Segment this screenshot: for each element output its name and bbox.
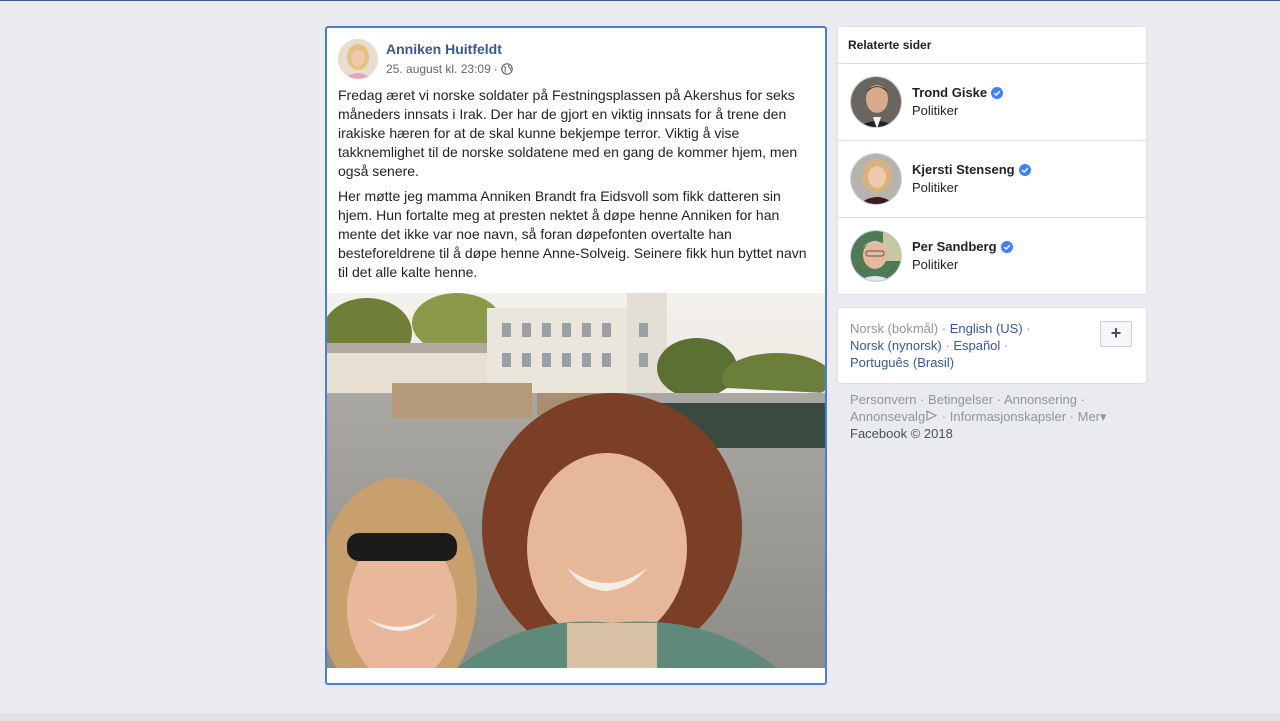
ad-choices-icon	[925, 409, 938, 424]
related-item[interactable]: Kjersti Stenseng Politiker	[838, 141, 1146, 217]
post-meta: 25. august kl. 23:09 ·	[386, 62, 513, 76]
footer-link[interactable]: Betingelser	[928, 392, 993, 407]
language-card: Norsk (bokmål) · English (US) · Norsk (n…	[837, 307, 1147, 384]
author-avatar[interactable]	[338, 39, 378, 79]
related-name[interactable]: Trond Giske	[912, 85, 1004, 100]
footer-link[interactable]: Annonsevalg	[850, 409, 925, 424]
post-paragraph: Fredag æret vi norske soldater på Festni…	[338, 87, 798, 179]
verified-badge-icon	[991, 86, 1004, 99]
related-role: Politiker	[912, 257, 959, 272]
related-avatar[interactable]	[850, 76, 902, 128]
copyright: Facebook © 2018	[850, 426, 953, 441]
footer-link[interactable]: Mer	[1078, 409, 1100, 424]
verified-badge-icon	[1018, 163, 1031, 176]
related-item[interactable]: Trond Giske Politiker	[838, 64, 1146, 140]
page-footer: Personvern · Betingelser · Annonsering ·…	[850, 391, 1140, 442]
add-language-button[interactable]: +	[1100, 321, 1132, 347]
post-photo[interactable]	[327, 293, 825, 668]
related-role: Politiker	[912, 103, 959, 118]
footer-link[interactable]: Annonsering	[1004, 392, 1077, 407]
language-link[interactable]: Español	[953, 338, 1000, 353]
language-link[interactable]: English (US)	[950, 321, 1023, 336]
related-pages-card: Relaterte sider Trond Giske Politiker Kj…	[837, 26, 1147, 295]
footer-link[interactable]: Informasjonskapsler	[950, 409, 1066, 424]
related-avatar[interactable]	[850, 230, 902, 282]
language-link[interactable]: Português (Brasil)	[850, 355, 954, 370]
meta-separator: ·	[493, 62, 498, 76]
caret-down-icon: ▾	[1100, 409, 1107, 424]
verified-badge-icon	[1000, 240, 1013, 253]
post-timestamp[interactable]: 25. august kl. 23:09	[386, 62, 491, 76]
related-avatar[interactable]	[850, 153, 902, 205]
related-item[interactable]: Per Sandberg Politiker	[838, 218, 1146, 294]
related-pages-title: Relaterte sider	[848, 38, 932, 52]
post-paragraph: Her møtte jeg mamma Anniken Brandt fra E…	[338, 188, 807, 280]
globe-icon[interactable]	[500, 63, 513, 75]
post-text: Fredag æret vi norske soldater på Festni…	[338, 86, 814, 288]
related-role: Politiker	[912, 180, 959, 195]
post-card: Anniken Huitfeldt 25. august kl. 23:09 ·…	[325, 26, 827, 685]
language-list: Norsk (bokmål) · English (US) · Norsk (n…	[850, 321, 1031, 370]
related-name[interactable]: Kjersti Stenseng	[912, 162, 1031, 177]
language-link[interactable]: Norsk (nynorsk)	[850, 338, 942, 353]
footer-link[interactable]: Personvern	[850, 392, 916, 407]
related-name[interactable]: Per Sandberg	[912, 239, 1013, 254]
current-language: Norsk (bokmål)	[850, 321, 939, 336]
author-name[interactable]: Anniken Huitfeldt	[386, 41, 502, 57]
